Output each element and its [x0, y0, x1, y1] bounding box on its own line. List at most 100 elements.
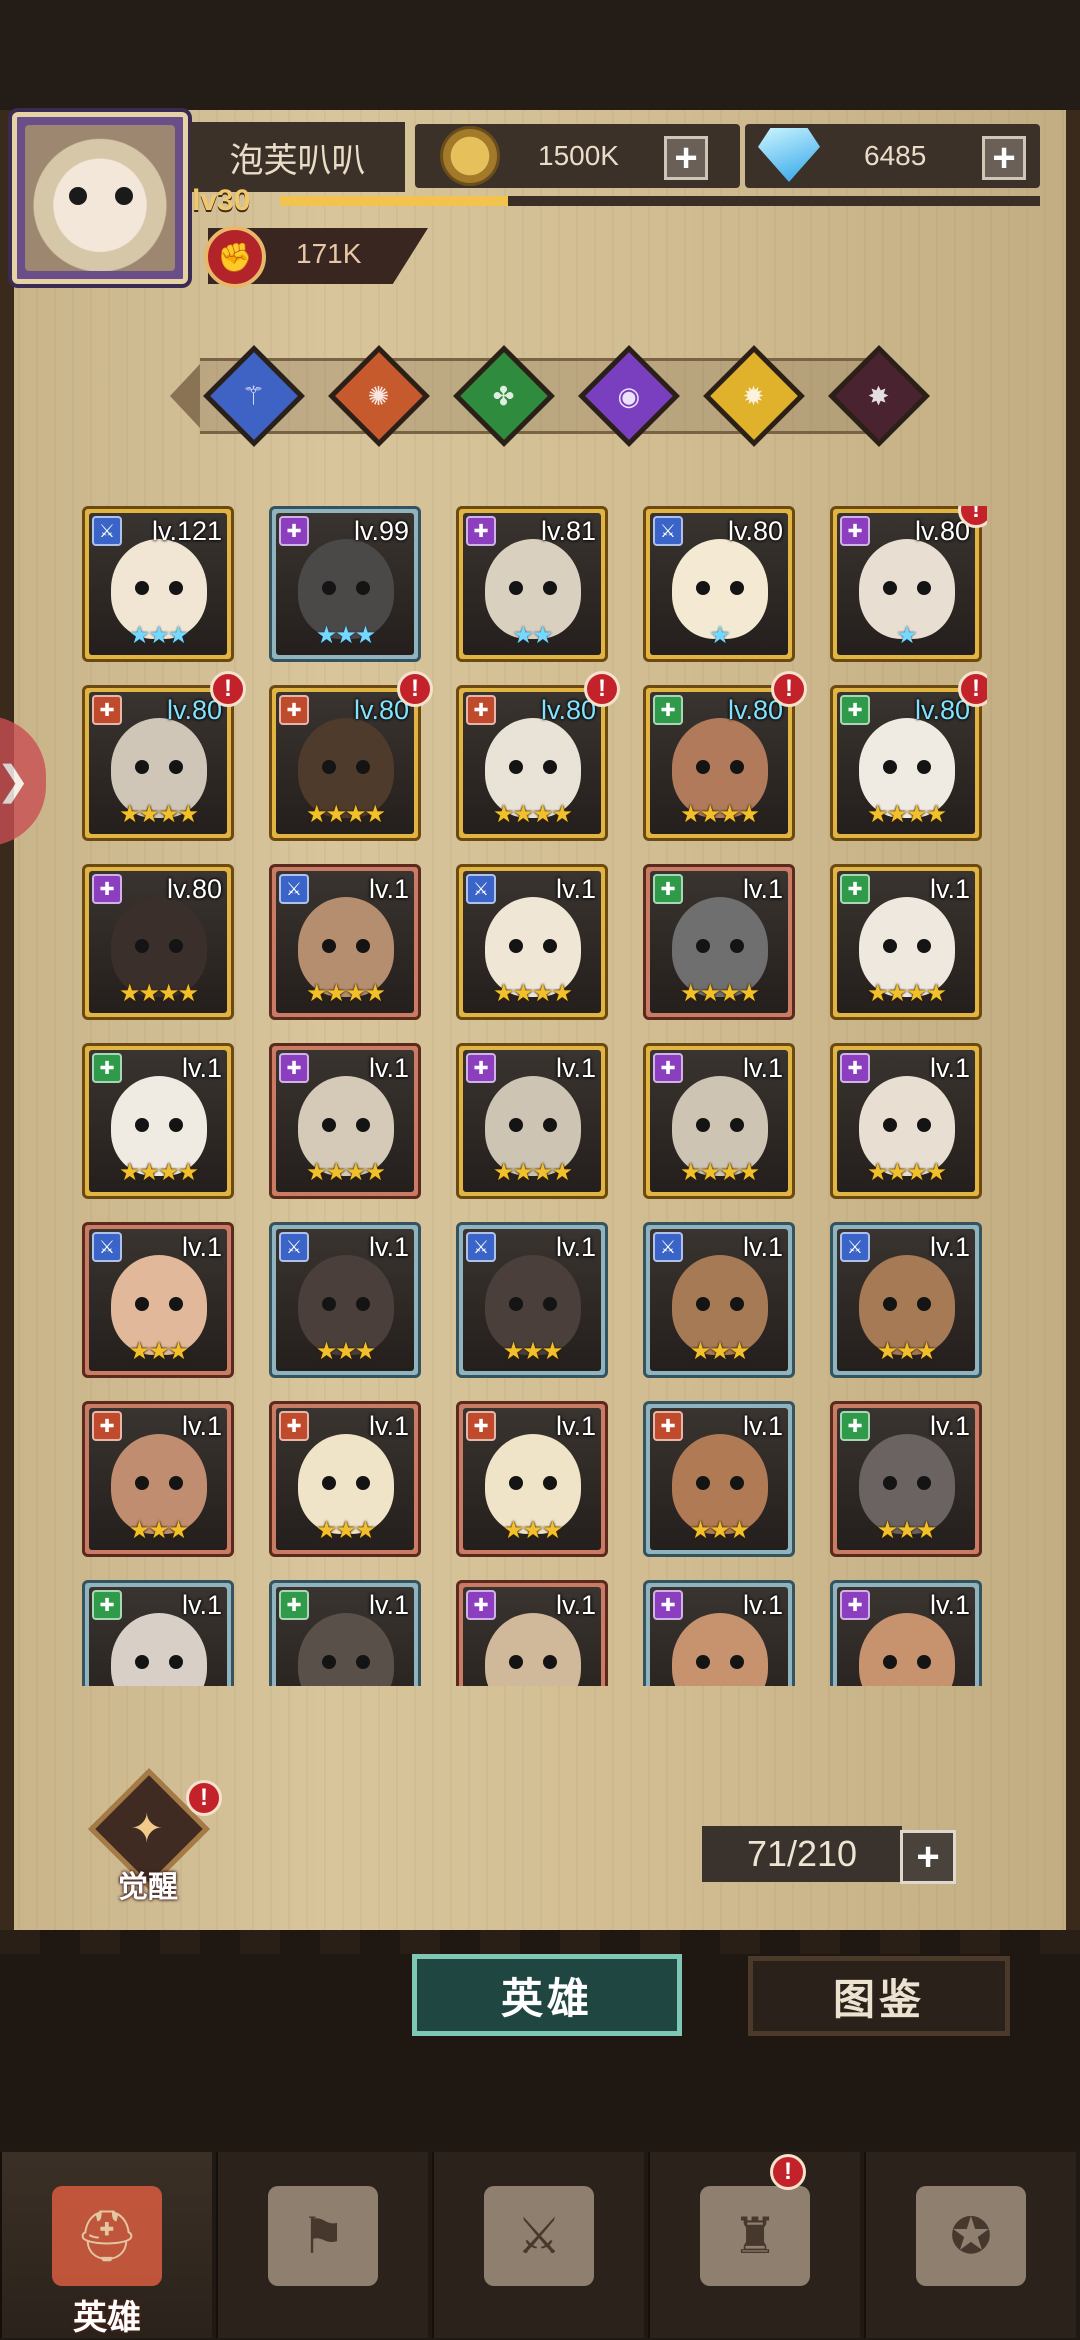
hero-card[interactable]: ⚔ lv.121 ★★★ — [82, 506, 234, 662]
hero-eye — [322, 939, 336, 953]
hero-alert-badge: ! — [771, 671, 807, 707]
hero-eye — [169, 581, 183, 595]
hero-stars: ★★★ — [876, 1517, 938, 1544]
hero-card[interactable]: ✚ lv.1 ★★★★ — [643, 1043, 795, 1199]
hero-card[interactable]: ⚔ lv.1 ★★★★ — [456, 864, 608, 1020]
hero-stars: ★★★ — [128, 622, 190, 649]
guild-crest-icon: ✪ — [916, 2186, 1026, 2286]
expand-slots-button[interactable]: + — [900, 1830, 956, 1884]
hero-card[interactable]: ✚ lv.80 ★★★★! — [269, 671, 433, 841]
faction-glyph: ✺ — [368, 380, 390, 411]
hero-stars: ★★★ — [502, 1517, 564, 1544]
hero-level: lv.1 — [742, 1053, 783, 1083]
hero-card[interactable]: ✚ lv.81 ★★ — [456, 506, 608, 662]
hero-eye — [509, 760, 523, 774]
nav-helmet[interactable]: ⛑ 英雄 — [0, 2152, 212, 2338]
hero-eye — [169, 1655, 183, 1669]
nav-castle[interactable]: ♜! — [648, 2152, 860, 2338]
add-gems-button[interactable]: + — [982, 136, 1026, 180]
hero-card[interactable]: ✚ lv.1 ★★★ — [82, 1401, 234, 1557]
hero-card[interactable]: ✚ lv.99 ★★★ — [269, 506, 421, 662]
panel-edge — [0, 1930, 1080, 1954]
nav-flag[interactable]: ⚑ — [216, 2152, 428, 2338]
hero-eye — [509, 1118, 523, 1132]
add-coins-button[interactable]: + — [664, 136, 708, 180]
hero-level: lv.1 — [555, 874, 596, 904]
hero-eye — [730, 760, 744, 774]
hero-card[interactable]: ✚ lv.1 ★★★ — [830, 1401, 982, 1557]
hero-card[interactable]: ⚔ lv.1 ★★★ — [643, 1222, 795, 1378]
hero-class-icon: ⚔ — [92, 1232, 122, 1262]
hero-card[interactable]: ✚ lv.1 ★★★★ — [269, 1043, 421, 1199]
hero-card[interactable]: ⚔ lv.80 ★ — [643, 506, 795, 662]
hero-card[interactable]: ✚ lv.1 ★★★★ — [643, 864, 795, 1020]
hero-level: lv.1 — [742, 1590, 783, 1620]
hero-card[interactable]: ✚ lv.80 ★★★★! — [82, 671, 246, 841]
nav-guild-crest[interactable]: ✪ — [864, 2152, 1076, 2338]
hero-card[interactable]: ⚔ lv.1 ★★★ — [82, 1222, 234, 1378]
hero-eye — [883, 581, 897, 595]
faction-glyph: ✸ — [868, 380, 890, 411]
hero-level: lv.1 — [368, 1232, 409, 1262]
tab-heroes[interactable]: 英雄 — [412, 1954, 682, 2036]
crossed-swords-icon: ⚔ — [484, 2186, 594, 2286]
hero-level: lv.99 — [353, 516, 409, 546]
hero-eye — [509, 1655, 523, 1669]
hero-class-icon: ✚ — [653, 1411, 683, 1441]
hero-eye — [322, 1655, 336, 1669]
hero-card[interactable]: ✚ lv.80 ★! — [830, 506, 987, 662]
hero-card[interactable]: ✚ lv.1 — [82, 1580, 234, 1686]
avatar-eye — [115, 187, 133, 205]
hero-class-icon: ✚ — [653, 1590, 683, 1620]
hero-card[interactable]: ⚔ lv.1 ★★★★ — [269, 864, 421, 1020]
tab-codex[interactable]: 图鉴 — [748, 1956, 1010, 2036]
hero-card[interactable]: ⚔ lv.1 ★★★ — [456, 1222, 608, 1378]
hero-card[interactable]: ✚ lv.1 — [456, 1580, 608, 1686]
hero-level: lv.1 — [929, 1411, 970, 1441]
hero-eye — [169, 1118, 183, 1132]
hero-card[interactable]: ✚ lv.1 ★★★ — [643, 1401, 795, 1557]
awaken-alert-badge: ! — [186, 1780, 222, 1816]
hero-card[interactable]: ✚ lv.80 ★★★★ — [82, 864, 234, 1020]
hero-count: 71/210 — [702, 1826, 902, 1882]
hero-eye — [356, 1297, 370, 1311]
hero-stars: ★★★ — [315, 622, 377, 649]
hero-stars: ★★★ — [689, 1338, 751, 1365]
hero-level: lv.1 — [368, 1053, 409, 1083]
hero-stars: ★★★★ — [679, 1159, 760, 1186]
hero-eye — [509, 939, 523, 953]
hero-card[interactable]: ✚ lv.1 — [269, 1580, 421, 1686]
hero-card[interactable]: ✚ lv.1 ★★★★ — [830, 1043, 982, 1199]
hero-card[interactable]: ✚ lv.1 ★★★★ — [82, 1043, 234, 1199]
hero-eye — [356, 1655, 370, 1669]
hero-card[interactable]: ✚ lv.1 ★★★ — [456, 1401, 608, 1557]
hero-eye — [356, 1476, 370, 1490]
hero-card[interactable]: ✚ lv.1 ★★★ — [269, 1401, 421, 1557]
hero-card[interactable]: ✚ lv.1 ★★★★ — [456, 1043, 608, 1199]
hero-level: lv.80 — [166, 874, 222, 904]
chevron-left-icon[interactable] — [170, 364, 200, 428]
hero-class-icon: ⚔ — [466, 1232, 496, 1262]
hero-stars: ★★★★ — [679, 801, 760, 828]
hero-level: lv.80 — [727, 516, 783, 546]
hero-level: lv.1 — [555, 1053, 596, 1083]
hero-eye — [730, 1476, 744, 1490]
nav-crossed-swords[interactable]: ⚔ — [432, 2152, 644, 2338]
hero-card[interactable]: ✚ lv.1 — [830, 1580, 982, 1686]
awaken-button[interactable]: ✦ 觉醒 ! — [88, 1768, 222, 1904]
hero-eye — [169, 939, 183, 953]
hero-card[interactable]: ✚ lv.80 ★★★★! — [643, 671, 807, 841]
hero-class-icon: ✚ — [653, 695, 683, 725]
hero-card[interactable]: ✚ lv.80 ★★★★! — [456, 671, 620, 841]
hero-card[interactable]: ✚ lv.1 ★★★★ — [830, 864, 982, 1020]
hero-class-icon: ✚ — [466, 1411, 496, 1441]
faction-glyph: ✤ — [493, 380, 515, 411]
hero-card[interactable]: ✚ lv.1 — [643, 1580, 795, 1686]
player-avatar[interactable] — [12, 112, 188, 284]
hero-eye — [696, 1476, 710, 1490]
hero-card[interactable]: ⚔ lv.1 ★★★ — [269, 1222, 421, 1378]
hero-card[interactable]: ⚔ lv.1 ★★★ — [830, 1222, 982, 1378]
avatar-portrait — [25, 125, 175, 271]
hero-card[interactable]: ✚ lv.80 ★★★★! — [830, 671, 987, 841]
awaken-icon: ✦ — [130, 1807, 164, 1851]
